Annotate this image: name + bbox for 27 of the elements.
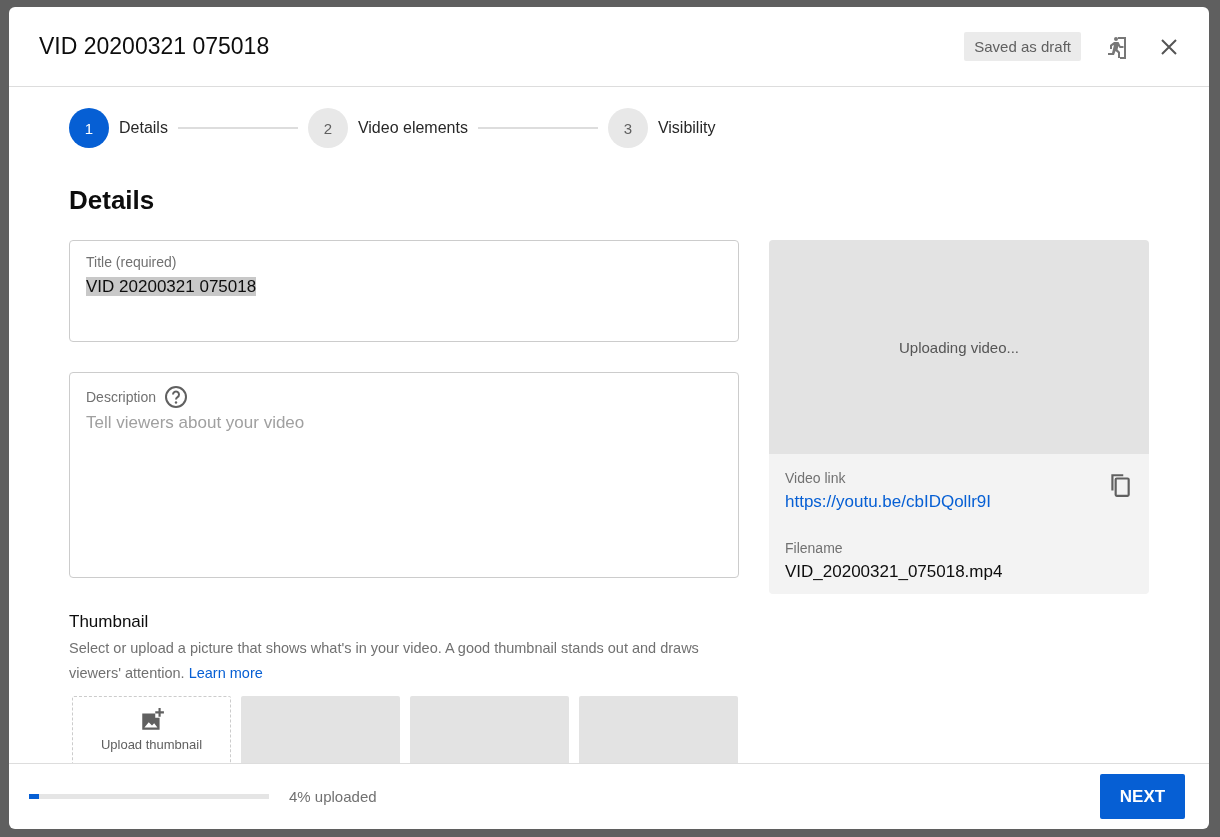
link-label: Video link [785,470,847,486]
learn-more-link[interactable]: Learn more [188,665,263,681]
step-number[interactable]: 2 [307,108,348,148]
step-label[interactable]: Details [119,119,168,137]
upload-label: Upload thumbnail [100,737,203,752]
step-number[interactable]: 3 [607,108,648,148]
thumbnail-description: Select or upload a picture that shows what's in your video. A good thumbnail stands out and draws viewers' attention. Learn more [69,639,700,683]
field-label: Description [86,389,157,405]
close-icon[interactable] [1159,36,1179,57]
step-label[interactable]: Video elements [357,119,468,137]
step-number[interactable]: 1 [69,108,109,148]
step-label[interactable]: Visibility [657,119,716,137]
filename-label: Filename [785,540,844,556]
field-label: Title (required) [86,254,177,270]
progress-text: 4% uploaded [289,788,378,805]
upload-status: Uploading video... [898,338,1020,356]
section-heading: Details [69,185,156,216]
title-value: VID 20200321 075018 [86,277,257,296]
filename: VID_20200321_075018.mp4 [785,562,1004,582]
help-icon[interactable] [164,385,189,409]
draft-status: Saved as draft [964,32,1081,61]
thumbnail-heading: Thumbnail [69,612,150,632]
next-button[interactable]: NEXT [1100,774,1185,819]
description-field[interactable]: Description Tell viewers about your video [69,372,739,578]
dialog-title: VID 20200321 075018 [39,33,271,60]
title-field[interactable]: Title (required) VID 20200321 075018 [69,240,739,342]
video-link[interactable]: https://youtu.be/cbIDQollr9I [785,492,991,512]
